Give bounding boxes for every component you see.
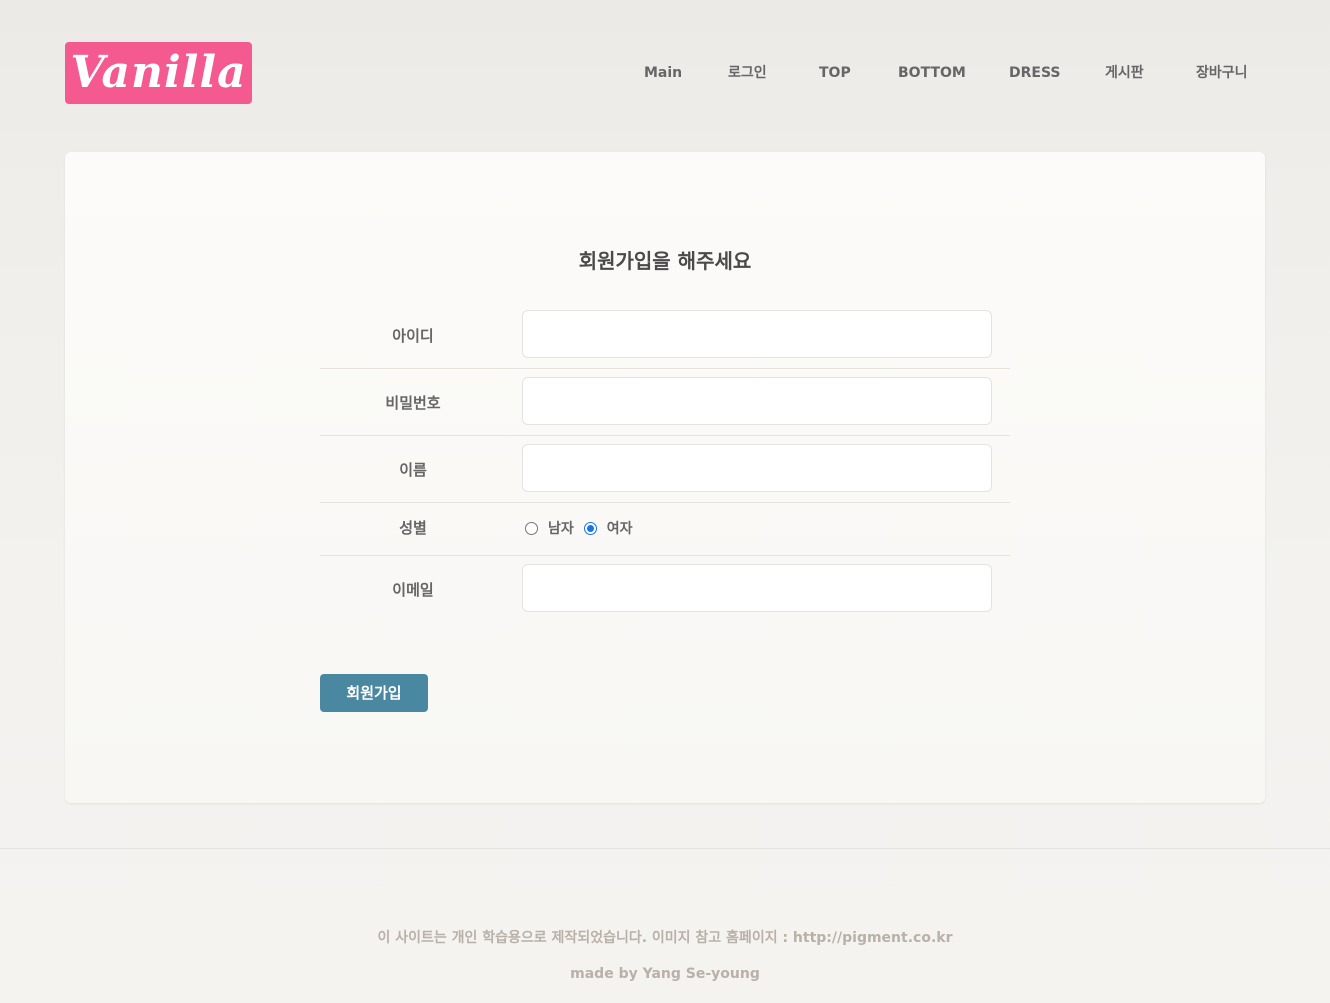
gender-female-radio[interactable] bbox=[583, 521, 597, 535]
name-label: 이름 bbox=[399, 461, 427, 479]
password-row: 비밀번호 bbox=[320, 369, 1010, 436]
nav-item-board[interactable]: 게시판 bbox=[1105, 62, 1144, 84]
signup-card: 회원가입을 해주세요 아이디 비밀번호 이름 성별 남자 여자 이메일 회원가입 bbox=[65, 152, 1265, 803]
id-input[interactable] bbox=[522, 310, 992, 358]
gender-radio-group: 남자 여자 bbox=[525, 518, 643, 538]
nav-item-dress[interactable]: DRESS bbox=[1009, 62, 1061, 84]
gender-row: 성별 남자 여자 bbox=[320, 503, 1010, 556]
nav-item-main[interactable]: Main bbox=[644, 62, 682, 84]
form-title: 회원가입을 해주세요 bbox=[578, 249, 752, 273]
email-input[interactable] bbox=[522, 564, 992, 612]
gender-female-label[interactable]: 여자 bbox=[607, 518, 633, 538]
password-input[interactable] bbox=[522, 377, 992, 425]
site-header: Vanilla Main 로그인 TOP BOTTOM DRESS 게시판 장바… bbox=[0, 0, 1330, 152]
footer-notice: 이 사이트는 개인 학습용으로 제작되었습니다. 이미지 참고 홈페이지 : h… bbox=[377, 930, 953, 946]
id-label: 아이디 bbox=[392, 327, 434, 345]
footer-credit: made by Yang Se-young bbox=[570, 966, 760, 982]
gender-male-radio[interactable] bbox=[525, 521, 538, 535]
nav-item-cart[interactable]: 장바구니 bbox=[1196, 62, 1248, 84]
email-row: 이메일 bbox=[320, 556, 1010, 616]
gender-male-label[interactable]: 남자 bbox=[548, 518, 574, 538]
main-nav: Main 로그인 TOP BOTTOM DRESS 게시판 장바구니 bbox=[0, 62, 1330, 86]
name-row: 이름 bbox=[320, 436, 1010, 503]
footer-divider bbox=[0, 848, 1330, 849]
nav-item-login[interactable]: 로그인 bbox=[728, 62, 767, 84]
nav-item-top[interactable]: TOP bbox=[819, 62, 851, 84]
name-input[interactable] bbox=[522, 444, 992, 492]
nav-item-bottom[interactable]: BOTTOM bbox=[898, 62, 966, 84]
signup-submit-button[interactable]: 회원가입 bbox=[320, 674, 428, 712]
id-row: 아이디 bbox=[320, 310, 1010, 369]
gender-label: 성별 bbox=[399, 519, 427, 537]
password-label: 비밀번호 bbox=[385, 394, 441, 412]
email-label: 이메일 bbox=[392, 581, 434, 599]
